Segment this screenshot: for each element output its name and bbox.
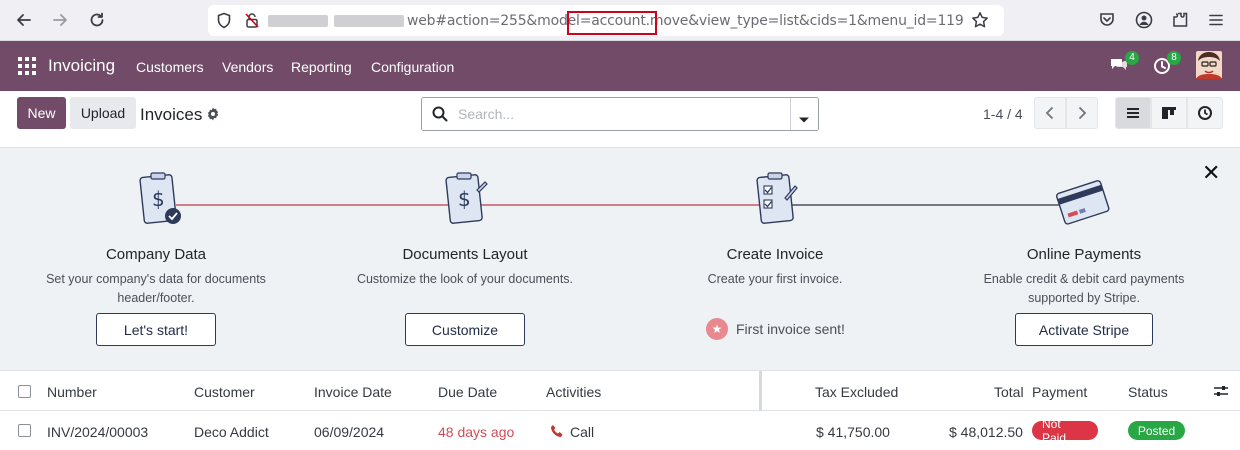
step-description-line: Set your company's data for documents: [46, 272, 266, 286]
clock-icon: [1198, 106, 1212, 120]
cell-due-date: 48 days ago: [438, 424, 515, 440]
step-description: Set your company's data for documents he…: [6, 270, 306, 308]
list-view-icon: [1127, 108, 1139, 118]
forward-icon[interactable]: [48, 8, 72, 32]
step-description: Create your first invoice.: [707, 272, 843, 286]
step-title: Create Invoice: [726, 246, 824, 263]
cell-number: INV/2024/00003: [47, 424, 149, 440]
search-dropdown-toggle-icon[interactable]: [798, 111, 810, 127]
pager-next-button[interactable]: [1066, 97, 1098, 129]
documents-layout-step-icon: $: [444, 170, 490, 233]
svg-text:$: $: [152, 187, 165, 211]
column-tax-excluded[interactable]: Tax Excluded: [815, 384, 898, 400]
extensions-icon[interactable]: [1171, 11, 1189, 32]
url-highlight-box: [567, 11, 657, 35]
create-invoice-step-icon: [755, 170, 801, 233]
url-text: web#action=255&model=account.move&view_t…: [407, 13, 964, 29]
browser-toolbar: web#action=255&model=account.move&view_t…: [0, 0, 1240, 41]
search-box: [421, 97, 819, 131]
activate-stripe-button[interactable]: Activate Stripe: [1015, 313, 1153, 346]
hamburger-menu-icon[interactable]: [1207, 11, 1225, 32]
chevron-left-icon: [1045, 106, 1054, 120]
svg-text:$: $: [458, 187, 471, 211]
step-title: Online Payments: [1026, 246, 1142, 263]
row-checkbox[interactable]: [18, 424, 31, 437]
blurred-url-segment: [334, 15, 404, 27]
cell-invoice-date: 06/09/2024: [314, 424, 385, 440]
kanban-view-icon: [1162, 107, 1176, 119]
column-invoice-date[interactable]: Invoice Date: [314, 384, 392, 400]
bookmark-star-icon[interactable]: [971, 11, 989, 32]
new-button[interactable]: New: [17, 97, 66, 129]
column-customer[interactable]: Customer: [194, 384, 255, 400]
search-input[interactable]: [458, 106, 778, 122]
messages-icon[interactable]: 4: [1109, 51, 1139, 78]
star-icon: ★: [706, 318, 728, 340]
cell-activity[interactable]: Call: [570, 424, 594, 440]
back-icon[interactable]: [12, 8, 36, 32]
optional-columns-icon[interactable]: [1213, 384, 1229, 401]
credit-card-step-icon: [1056, 174, 1112, 235]
column-number[interactable]: Number: [47, 384, 97, 400]
done-label: First invoice sent!: [736, 321, 845, 337]
cell-total: $ 48,012.50: [949, 424, 1023, 440]
column-payment[interactable]: Payment: [1032, 384, 1087, 400]
reload-icon[interactable]: [85, 8, 109, 32]
step-description: Enable credit & debit card payments supp…: [934, 270, 1234, 308]
first-invoice-sent-status: ★ First invoice sent!: [706, 318, 845, 340]
account-icon[interactable]: [1135, 11, 1153, 32]
upload-button[interactable]: Upload: [70, 97, 136, 129]
column-due-date[interactable]: Due Date: [438, 384, 497, 400]
column-total[interactable]: Total: [994, 384, 1024, 400]
onboarding-panel: ✕ $ Company Data Set your company's data…: [0, 148, 1240, 371]
app-navbar: Invoicing Customers Vendors Reporting Co…: [0, 41, 1240, 91]
table-row[interactable]: INV/2024/00003 Deco Addict 06/09/2024 48…: [0, 411, 1240, 450]
lets-start-button[interactable]: Let's start!: [96, 313, 216, 346]
menu-configuration[interactable]: Configuration: [371, 59, 454, 75]
chevron-right-icon: [1078, 106, 1087, 120]
apps-menu-icon[interactable]: [18, 57, 36, 75]
step-description-line: supported by Stripe.: [1028, 291, 1140, 305]
search-icon: [432, 106, 448, 125]
user-avatar[interactable]: [1196, 51, 1222, 82]
search-separator: [790, 98, 791, 130]
customize-button[interactable]: Customize: [405, 313, 525, 346]
shield-icon[interactable]: [216, 12, 232, 32]
activity-view-button[interactable]: [1187, 97, 1223, 129]
activities-badge: 8: [1167, 51, 1181, 65]
cell-tax-excluded: $ 41,750.00: [816, 424, 890, 440]
menu-reporting[interactable]: Reporting: [291, 59, 352, 75]
gear-icon[interactable]: [206, 107, 220, 124]
pager-value[interactable]: 1-4 / 4: [983, 106, 1023, 122]
step-description-line: Enable credit & debit card payments: [983, 272, 1185, 286]
app-name[interactable]: Invoicing: [48, 56, 115, 76]
pager-previous-button[interactable]: [1034, 97, 1066, 129]
kanban-view-button[interactable]: [1151, 97, 1187, 129]
phone-icon[interactable]: [550, 424, 564, 441]
step-description-line: header/footer.: [117, 291, 195, 305]
lock-insecure-icon[interactable]: [244, 12, 260, 32]
menu-vendors[interactable]: Vendors: [222, 59, 273, 75]
messages-badge: 4: [1125, 51, 1139, 65]
company-data-step-icon: $: [138, 170, 184, 233]
cell-customer: Deco Addict: [194, 424, 269, 440]
status-badge: Posted: [1128, 421, 1185, 440]
pocket-icon[interactable]: [1098, 11, 1116, 32]
control-panel: New Upload Invoices 1-4 / 4: [0, 91, 1240, 148]
page-title: Invoices: [140, 105, 203, 124]
step-description: Customize the look of your documents.: [356, 272, 574, 286]
step-title: Documents Layout: [402, 246, 528, 263]
list-view-button[interactable]: [1115, 97, 1151, 129]
select-all-checkbox[interactable]: [18, 385, 31, 398]
column-activities[interactable]: Activities: [546, 384, 601, 400]
payment-status-badge: Not Paid: [1032, 417, 1098, 445]
list-header: Number Customer Invoice Date Due Date Ac…: [0, 371, 1240, 411]
menu-customers[interactable]: Customers: [136, 59, 204, 75]
blurred-url-segment: [268, 15, 328, 27]
column-resize-handle[interactable]: [759, 371, 762, 411]
activities-clock-icon[interactable]: 8: [1153, 51, 1181, 78]
step-title: Company Data: [105, 246, 207, 263]
column-status[interactable]: Status: [1128, 384, 1168, 400]
